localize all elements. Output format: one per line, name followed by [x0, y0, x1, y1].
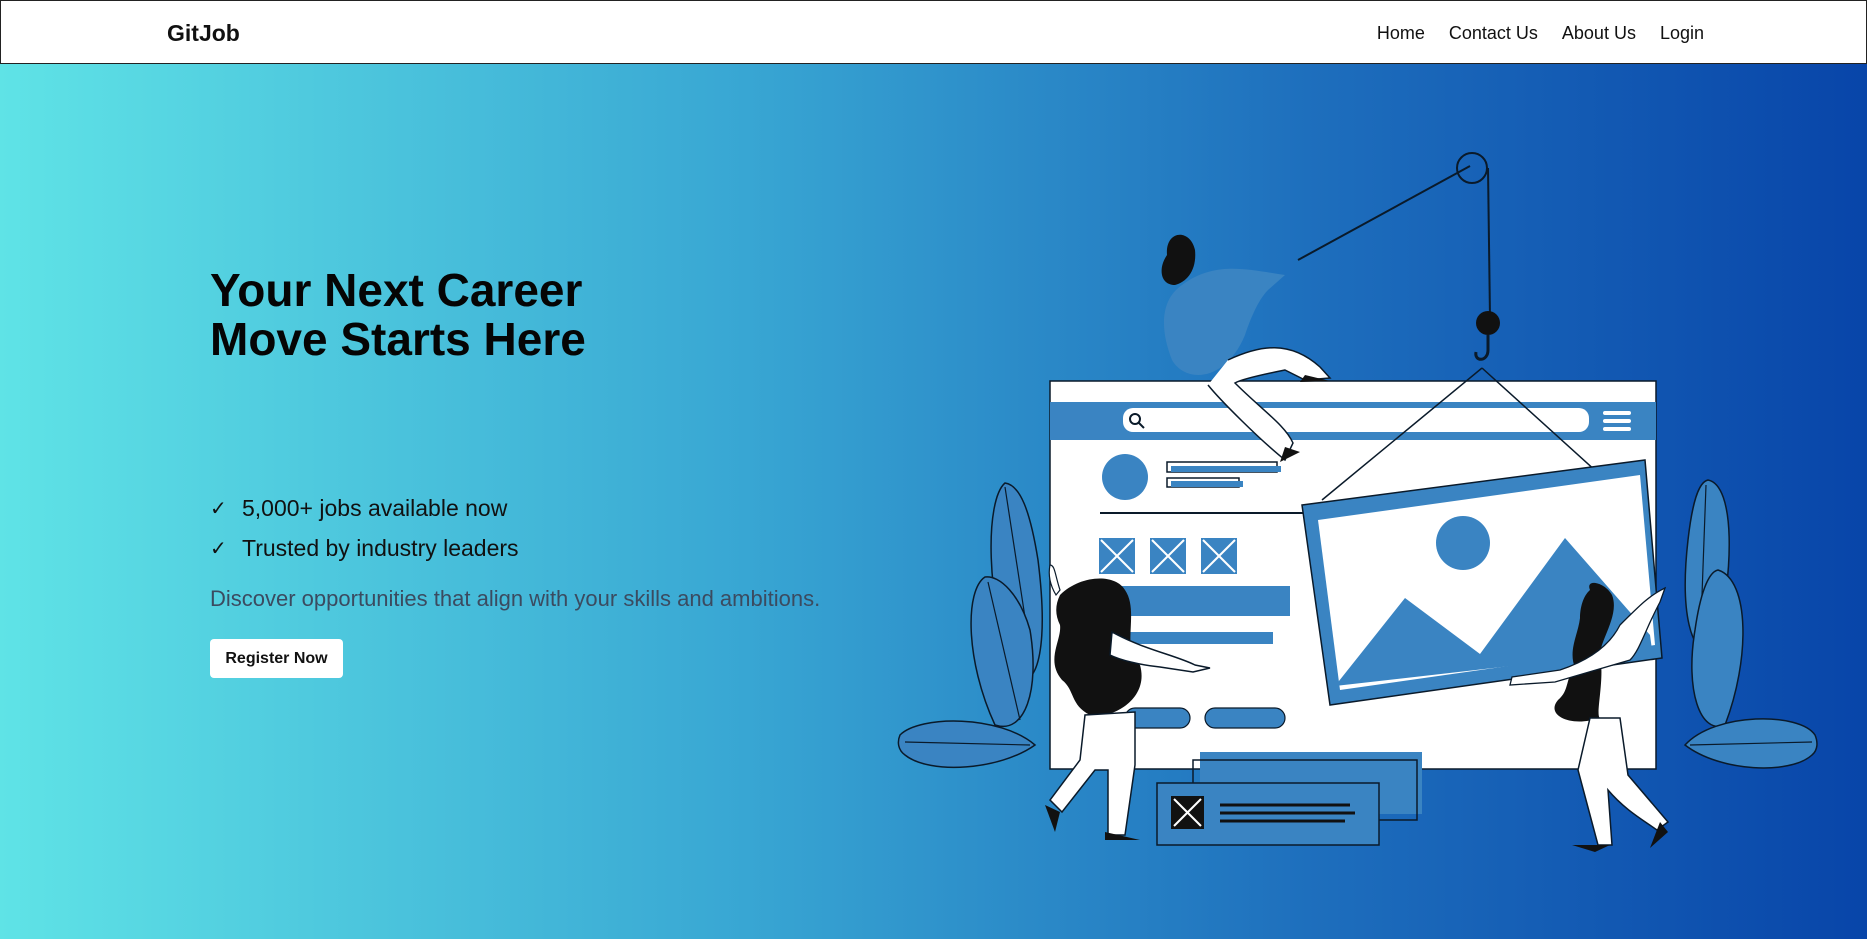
hero-subtext: Discover opportunities that align with y…	[210, 586, 821, 611]
benefit-item: ✓ Trusted by industry leaders	[210, 528, 519, 568]
nav-link-contact[interactable]: Contact Us	[1449, 23, 1538, 44]
benefit-text: 5,000+ jobs available now	[242, 494, 508, 521]
navbar: GitJob Home Contact Us About Us Login	[0, 0, 1867, 64]
check-icon: ✓	[210, 537, 227, 560]
brand-logo[interactable]: GitJob	[167, 20, 240, 47]
nav-link-home[interactable]: Home	[1377, 23, 1425, 44]
benefit-list: ✓ 5,000+ jobs available now ✓ Trusted by…	[210, 488, 519, 568]
hamburger-menu-icon	[1603, 411, 1631, 431]
job-search-illustration	[897, 152, 1818, 852]
benefit-text: Trusted by industry leaders	[242, 534, 519, 561]
check-icon: ✓	[210, 497, 227, 520]
left-plant-illustration	[897, 482, 1043, 769]
nav-link-login[interactable]: Login	[1660, 23, 1704, 44]
image-placeholder-icons	[1097, 536, 1239, 576]
register-now-button[interactable]: Register Now	[210, 639, 343, 678]
hero-headline: Your Next Career Move Starts Here	[210, 264, 586, 365]
nav-links: Home Contact Us About Us Login	[1377, 23, 1704, 44]
right-plant-illustration	[1683, 479, 1818, 769]
nav-link-about[interactable]: About Us	[1562, 23, 1636, 44]
benefit-item: ✓ 5,000+ jobs available now	[210, 488, 519, 528]
